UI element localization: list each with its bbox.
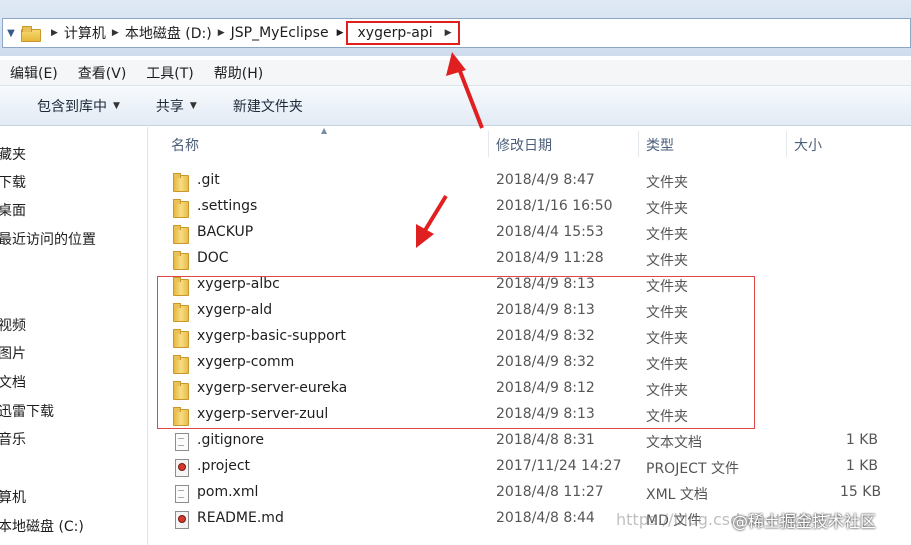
history-dropdown-icon[interactable]: ▼	[3, 28, 19, 39]
sidebar-item-local-disk-c[interactable]: 本地磁盘 (C:)	[0, 516, 84, 536]
button-label: 共享	[155, 98, 184, 115]
button-label: 新建文件夹	[232, 98, 303, 115]
menu-view[interactable]: 查看(V)	[68, 63, 137, 83]
new-folder-button[interactable]: 新建文件夹	[215, 96, 321, 116]
file-date: 2018/1/16 16:50	[496, 198, 613, 214]
menu-edit[interactable]: 编辑(E)	[0, 63, 68, 83]
file-name: .gitignore	[197, 432, 264, 448]
share-button[interactable]: 共享 ▼	[138, 96, 215, 116]
file-type: 文件夹	[646, 201, 688, 217]
breadcrumb-label: 计算机	[63, 26, 106, 42]
annotation-highlight-box	[157, 276, 755, 429]
chevron-right-icon[interactable]: ▶	[112, 28, 119, 38]
include-in-library-button[interactable]: 包含到库中 ▼	[0, 96, 138, 116]
file-date: 2017/11/24 14:27	[496, 458, 622, 474]
file-row[interactable]: .project 2017/11/24 14:27 PROJECT 文件 1 K…	[150, 454, 911, 480]
caret-down-icon: ▼	[113, 100, 120, 111]
file-date: 2018/4/9 8:47	[496, 172, 595, 188]
column-header-name[interactable]: 名称	[171, 135, 199, 155]
sidebar-item-favorites[interactable]: 藏夹	[0, 144, 26, 164]
column-divider[interactable]	[488, 131, 489, 157]
file-name: README.md	[197, 510, 284, 526]
file-size: 15 KB	[840, 484, 882, 500]
sidebar-item-pictures[interactable]: 图片	[0, 343, 26, 363]
file-row[interactable]: .gitignore 2018/4/8 8:31 文本文档 1 KB	[150, 428, 911, 454]
column-header-type[interactable]: 类型	[646, 135, 674, 155]
file-row[interactable]: pom.xml 2018/4/8 11:27 XML 文档 15 KB	[150, 480, 911, 506]
file-type: 文本文档	[646, 435, 702, 451]
menu-help[interactable]: 帮助(H)	[204, 63, 273, 83]
breadcrumb-disk-d[interactable]: ▶ 本地磁盘 (D:)	[106, 19, 212, 47]
file-date: 2018/4/8 8:31	[496, 432, 595, 448]
md-file-icon	[172, 510, 190, 529]
command-toolbar: 包含到库中 ▼ 共享 ▼ 新建文件夹	[0, 86, 911, 126]
navigation-pane: 藏夹 下载 桌面 最近访问的位置 视频 图片 文档 迅雷下载 音乐 算机 本地磁…	[0, 127, 148, 545]
file-name: .git	[197, 172, 220, 188]
file-name: pom.xml	[197, 484, 259, 500]
sidebar-item-recent-places[interactable]: 最近访问的位置	[0, 229, 96, 249]
file-name: BACKUP	[197, 224, 254, 240]
folder-icon	[172, 224, 190, 244]
folder-icon	[172, 250, 190, 270]
file-row[interactable]: .settings 2018/1/16 16:50 文件夹	[150, 194, 911, 220]
file-date: 2018/4/9 11:28	[496, 250, 604, 266]
file-name: .project	[197, 458, 251, 474]
breadcrumb-jsp-myeclipse[interactable]: ▶ JSP_MyEclipse	[212, 19, 329, 47]
project-file-icon	[172, 458, 190, 477]
breadcrumb-xygerp-api[interactable]: xygerp-api ▶	[345, 21, 460, 45]
file-size: 1 KB	[845, 432, 878, 448]
folder-icon	[172, 198, 190, 218]
menu-tools[interactable]: 工具(T)	[136, 63, 203, 83]
file-date: 2018/4/8 11:27	[496, 484, 604, 500]
breadcrumb-label: JSP_MyEclipse	[230, 25, 329, 41]
chevron-right-icon[interactable]: ▶	[218, 28, 225, 38]
sort-ascending-icon: ▲	[321, 126, 328, 135]
menu-bar: 编辑(E) 查看(V) 工具(T) 帮助(H)	[0, 60, 911, 86]
text-file-icon	[172, 432, 190, 451]
file-row[interactable]: DOC 2018/4/9 11:28 文件夹	[150, 246, 911, 272]
sidebar-item-music[interactable]: 音乐	[0, 429, 26, 449]
folder-icon	[21, 26, 41, 42]
file-row[interactable]: BACKUP 2018/4/4 15:53 文件夹	[150, 220, 911, 246]
column-divider[interactable]	[786, 131, 787, 157]
breadcrumb-label: 本地磁盘 (D:)	[124, 26, 212, 42]
watermark-site: @稀土掘金技术社区	[732, 512, 877, 531]
button-label: 包含到库中	[37, 98, 107, 115]
xml-file-icon	[172, 484, 190, 503]
address-bar[interactable]: ▼ ▶ 计算机 ▶ 本地磁盘 (D:) ▶ JSP_MyEclipse ▶ xy…	[2, 18, 911, 48]
sidebar-item-thunder-downloads[interactable]: 迅雷下载	[0, 401, 54, 421]
file-type: 文件夹	[646, 227, 688, 243]
folder-icon	[172, 172, 190, 192]
chevron-right-icon[interactable]: ▶	[337, 28, 344, 38]
column-divider[interactable]	[638, 131, 639, 157]
column-header-row: ▲ 名称 修改日期 类型 大小	[150, 126, 911, 161]
address-bar-area: ▼ ▶ 计算机 ▶ 本地磁盘 (D:) ▶ JSP_MyEclipse ▶ xy…	[0, 0, 911, 56]
chevron-right-icon[interactable]: ▶	[445, 28, 452, 38]
file-name: .settings	[197, 198, 258, 214]
sidebar-item-downloads[interactable]: 下载	[0, 172, 26, 192]
file-type: 文件夹	[646, 175, 688, 191]
column-header-modified[interactable]: 修改日期	[496, 135, 552, 155]
file-name: DOC	[197, 250, 229, 266]
file-date: 2018/4/8 8:44	[496, 510, 595, 526]
sidebar-item-computer[interactable]: 算机	[0, 487, 26, 507]
file-row[interactable]: .git 2018/4/9 8:47 文件夹	[150, 168, 911, 194]
sidebar-item-documents[interactable]: 文档	[0, 372, 26, 392]
file-type: 文件夹	[646, 253, 688, 269]
sidebar-item-desktop[interactable]: 桌面	[0, 200, 26, 220]
chevron-right-icon[interactable]: ▶	[51, 28, 58, 38]
sidebar-item-videos[interactable]: 视频	[0, 315, 26, 335]
caret-down-icon: ▼	[189, 100, 197, 111]
file-size: 1 KB	[845, 458, 878, 474]
column-header-size[interactable]: 大小	[794, 135, 822, 155]
file-date: 2018/4/4 15:53	[496, 224, 604, 240]
breadcrumb-label: xygerp-api	[357, 25, 433, 41]
file-type: XML 文档	[646, 487, 708, 503]
breadcrumb-computer[interactable]: ▶ 计算机	[45, 19, 106, 47]
file-type: PROJECT 文件	[646, 461, 739, 477]
